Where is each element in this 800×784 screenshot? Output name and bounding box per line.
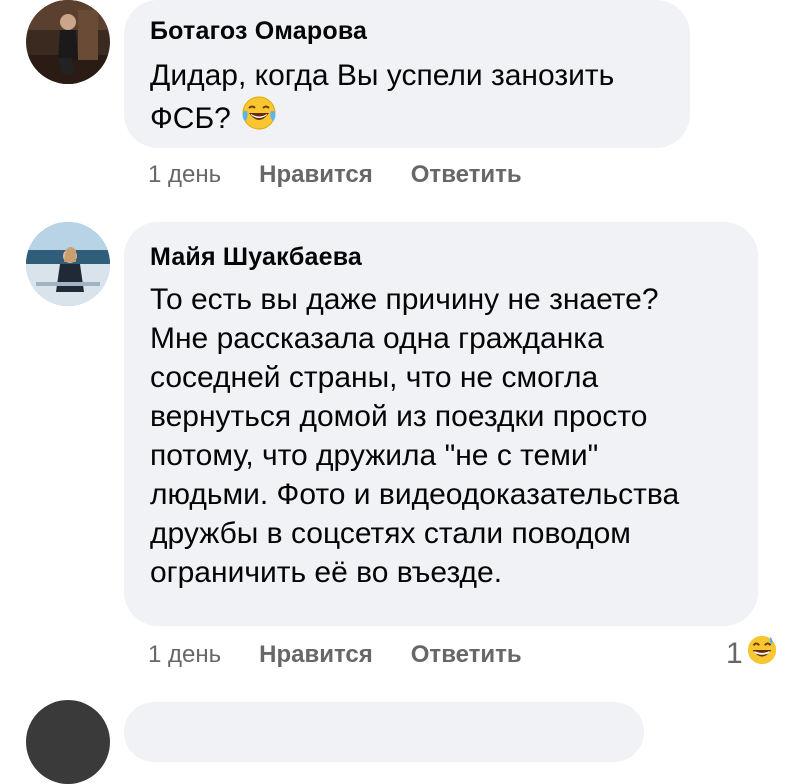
avatar[interactable] — [26, 700, 110, 784]
comment-text: Дидар, когда Вы успели занозить ФСБ? — [150, 56, 614, 141]
comment-line: людьми. Фото и видеодоказательства — [150, 478, 680, 511]
comment-line: Мне рассказала одна гражданка — [150, 322, 604, 355]
comment-line: Дидар, когда Вы успели занозить — [150, 59, 615, 92]
comment-timestamp[interactable]: 1 день — [148, 641, 221, 669]
comment-line-text: ФСБ? — [150, 101, 231, 135]
comment-line: вернуться домой из поездки просто — [150, 400, 648, 433]
comment-author[interactable]: Майя Шуакбаева — [150, 242, 362, 272]
avatar[interactable] — [26, 222, 110, 306]
grinning-sweat-emoji-icon — [745, 633, 779, 675]
comment-line: соседней страны, что не смогла — [150, 361, 599, 394]
comment-text: То есть вы даже причину не знаете? Мне р… — [150, 280, 679, 592]
like-button[interactable]: Нравится — [259, 161, 373, 189]
comment-actions: 1 день Нравится Ответить — [148, 157, 560, 193]
comment-bubble: Ботагоз Омарова Дидар, когда Вы успели з… — [124, 0, 690, 148]
comment-author[interactable]: Ботагоз Омарова — [150, 16, 367, 46]
comment-bubble: Майя Шуакбаева То есть вы даже причину н… — [124, 222, 758, 626]
comment-actions: 1 день Нравится Ответить — [148, 637, 560, 673]
reaction-summary[interactable]: 1 — [726, 633, 779, 675]
comment-timestamp[interactable]: 1 день — [148, 161, 221, 189]
comment-bubble — [124, 702, 644, 762]
reaction-count: 1 — [726, 637, 743, 670]
comment-line: ФСБ? — [150, 95, 614, 141]
reply-button[interactable]: Ответить — [411, 161, 522, 189]
comment-line: То есть вы даже причину не знаете? — [150, 283, 659, 316]
comment-line: ограничить её во въезде. — [150, 556, 503, 589]
reply-button[interactable]: Ответить — [411, 641, 522, 669]
avatar[interactable] — [26, 0, 110, 84]
like-button[interactable]: Нравится — [259, 641, 373, 669]
comment-line: потому, что дружила "не с теми" — [150, 439, 599, 472]
laughing-tears-emoji-icon — [241, 95, 277, 141]
comment-line: дружбы в соцсетях стали поводом — [150, 517, 631, 550]
